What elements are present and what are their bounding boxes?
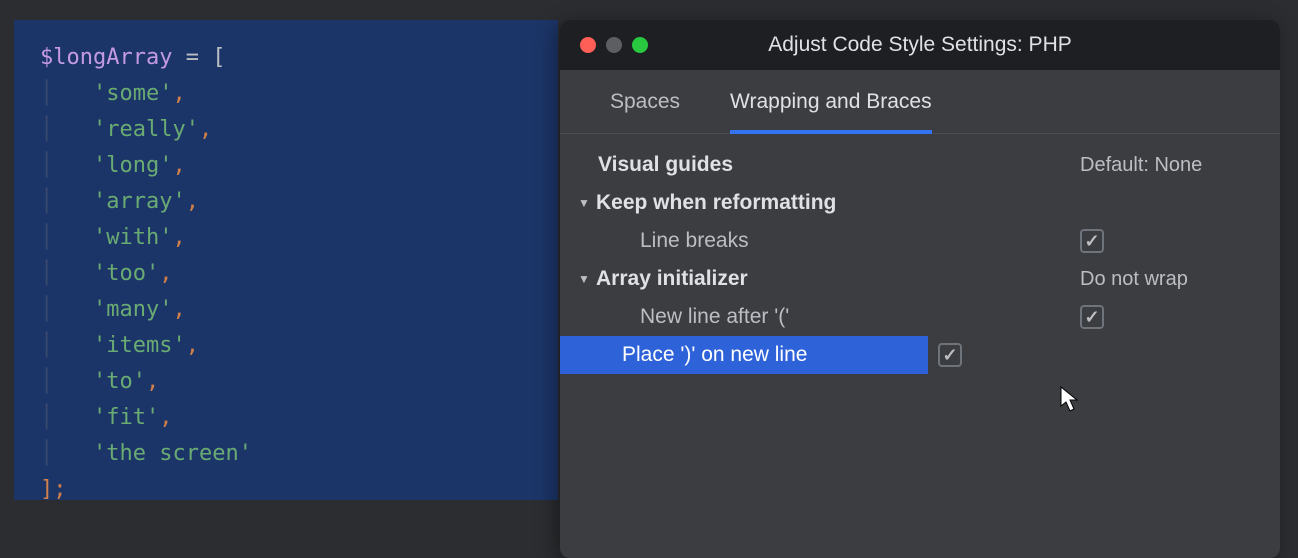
- code-style-dialog: Adjust Code Style Settings: PHP Spaces W…: [560, 20, 1280, 558]
- row-new-line-after[interactable]: New line after '(': [560, 298, 1280, 336]
- code-close: ];: [40, 477, 67, 502]
- row-visual-guides[interactable]: Visual guides Default: None: [560, 146, 1280, 184]
- code-variable: $longArray: [40, 45, 172, 70]
- tab-wrapping-braces[interactable]: Wrapping and Braces: [730, 90, 932, 134]
- close-icon[interactable]: [580, 37, 596, 53]
- checkbox-line-breaks[interactable]: [1080, 229, 1104, 253]
- label-array-initializer: Array initializer: [596, 267, 1080, 291]
- label-visual-guides: Visual guides: [578, 153, 1080, 177]
- chevron-down-icon[interactable]: ▼: [578, 196, 596, 210]
- row-place-paren[interactable]: Place ')' on new line: [560, 336, 928, 374]
- row-keep-reformatting[interactable]: ▼ Keep when reformatting: [560, 184, 1280, 222]
- checkbox-place-paren[interactable]: [938, 343, 962, 367]
- settings-body: Visual guides Default: None ▼ Keep when …: [560, 134, 1280, 374]
- value-visual-guides: Default: None: [1080, 154, 1260, 177]
- tabs: Spaces Wrapping and Braces: [560, 70, 1280, 134]
- maximize-icon[interactable]: [632, 37, 648, 53]
- label-keep-reformatting: Keep when reformatting: [596, 191, 1080, 215]
- label-line-breaks: Line breaks: [578, 229, 1080, 253]
- checkbox-new-line-after[interactable]: [1080, 305, 1104, 329]
- chevron-down-icon[interactable]: ▼: [578, 272, 596, 286]
- dialog-title: Adjust Code Style Settings: PHP: [560, 33, 1280, 57]
- label-place-paren: Place ')' on new line: [578, 343, 908, 367]
- tab-spaces[interactable]: Spaces: [610, 90, 680, 133]
- label-new-line-after: New line after '(': [578, 305, 1080, 329]
- minimize-icon[interactable]: [606, 37, 622, 53]
- code-editor[interactable]: $longArray = [ │ 'some', │ 'really', │ '…: [14, 20, 558, 500]
- value-array-initializer: Do not wrap: [1080, 268, 1260, 291]
- dialog-titlebar[interactable]: Adjust Code Style Settings: PHP: [560, 20, 1280, 70]
- row-array-initializer[interactable]: ▼ Array initializer Do not wrap: [560, 260, 1280, 298]
- row-line-breaks[interactable]: Line breaks: [560, 222, 1280, 260]
- code-assign: = [: [172, 45, 225, 70]
